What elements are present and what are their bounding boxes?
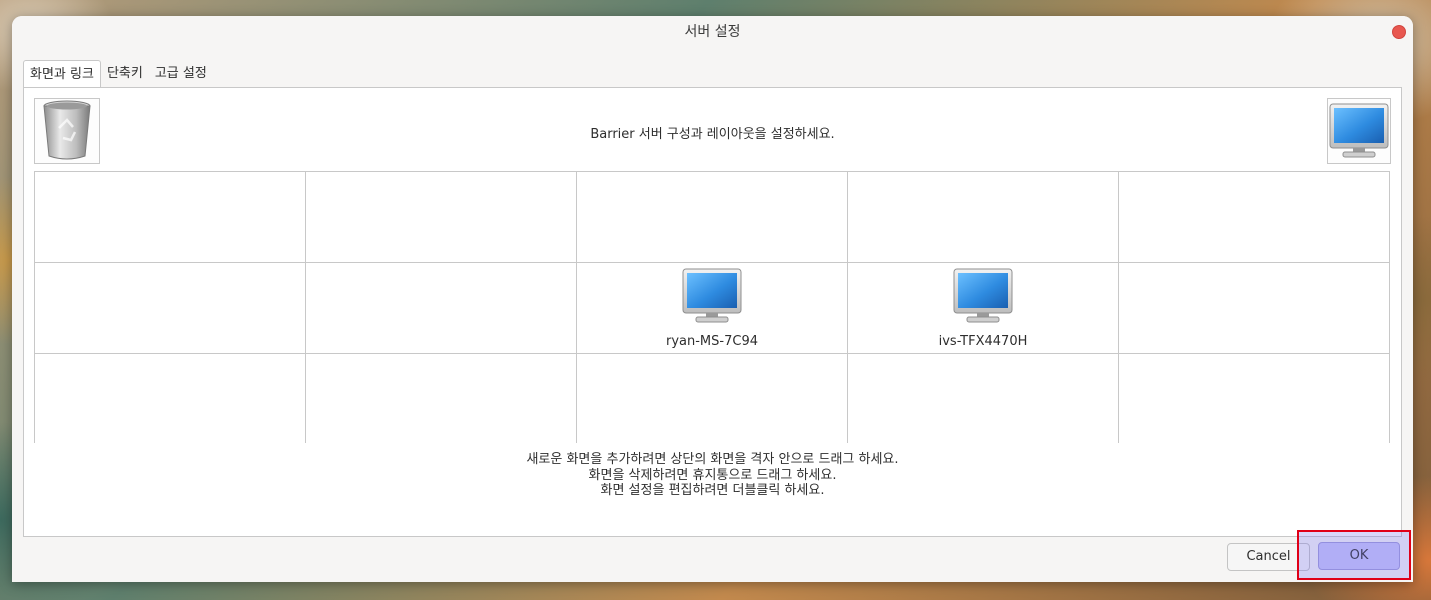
grid-cell[interactable]: [306, 354, 577, 443]
monitor-icon: [1329, 103, 1389, 159]
window-title: 서버 설정: [684, 24, 741, 40]
tab-bar: 화면과 링크 단축키 고급 설정: [23, 60, 213, 88]
title-bar[interactable]: 서버 설정: [12, 16, 1413, 48]
help-line-edit: 화면 설정을 편집하려면 더블클릭 하세요.: [600, 483, 825, 498]
grid-cell[interactable]: [306, 172, 577, 263]
grid-cell[interactable]: [35, 263, 306, 354]
tab-screens-and-links[interactable]: 화면과 링크: [23, 60, 101, 88]
screens-and-links-panel: Barrier 서버 구성과 레이아웃을 설정하세요. ryan-MS-7C94: [23, 87, 1402, 537]
server-settings-dialog: 서버 설정 화면과 링크 단축키 고급 설정 Barrier 서버 구성과 레이…: [12, 16, 1413, 582]
grid-cell[interactable]: ryan-MS-7C94: [577, 263, 848, 354]
tab-advanced-settings[interactable]: 고급 설정: [149, 60, 213, 87]
tab-hotkeys[interactable]: 단축키: [101, 60, 149, 87]
new-screen-drag-source[interactable]: [1327, 98, 1391, 164]
help-line-add: 새로운 화면을 추가하려면 상단의 화면을 격자 안으로 드래그 하세요.: [526, 452, 899, 467]
help-line-delete: 화면을 삭제하려면 휴지통으로 드래그 하세요.: [588, 467, 837, 483]
grid-cell[interactable]: [1119, 354, 1390, 443]
grid-cell[interactable]: [848, 172, 1119, 263]
screen-name: ivs-TFX4470H: [938, 334, 1028, 349]
grid-cell[interactable]: [306, 263, 577, 354]
screen-layout-grid[interactable]: ryan-MS-7C94 ivs-TFX4470H: [34, 171, 1390, 443]
monitor-icon: [682, 268, 742, 324]
grid-cell[interactable]: [1119, 263, 1390, 354]
monitor-icon: [953, 268, 1013, 324]
grid-cell[interactable]: [35, 172, 306, 263]
grid-cell[interactable]: [577, 354, 848, 443]
screen-ivs-tfx4470h[interactable]: ivs-TFX4470H: [848, 263, 1118, 353]
grid-cell[interactable]: [577, 172, 848, 263]
close-button[interactable]: [1392, 25, 1406, 39]
grid-cell[interactable]: ivs-TFX4470H: [848, 263, 1119, 354]
screen-name: ryan-MS-7C94: [666, 334, 758, 349]
grid-cell[interactable]: [1119, 172, 1390, 263]
grid-cell[interactable]: [35, 354, 306, 443]
screen-ryan-ms-7c94[interactable]: ryan-MS-7C94: [577, 263, 847, 353]
grid-cell[interactable]: [848, 354, 1119, 443]
help-text: 새로운 화면을 추가하려면 상단의 화면을 격자 안으로 드래그 하세요. 화면…: [24, 452, 1401, 499]
panel-instruction-header: Barrier 서버 구성과 레이아웃을 설정하세요.: [590, 127, 835, 142]
ok-button-highlight: [1297, 530, 1411, 580]
